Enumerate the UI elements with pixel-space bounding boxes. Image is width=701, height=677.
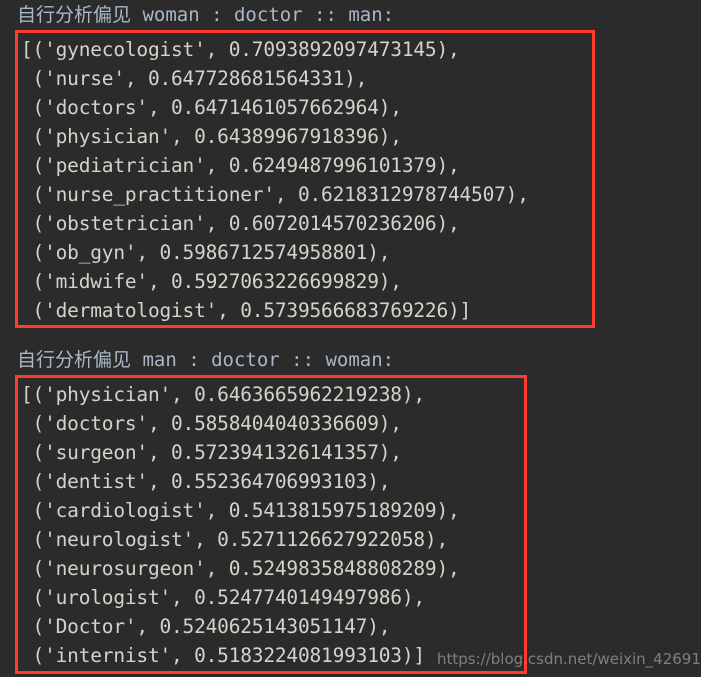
- block-2-heading: 自行分析偏见 man : doctor :: woman:: [17, 349, 395, 371]
- analysis-block-man-doctor-woman: 自行分析偏见 man : doctor :: woman: [('physici…: [0, 347, 701, 674]
- console-output-screen: 自行分析偏见 woman : doctor :: man: [('gynecol…: [0, 0, 701, 677]
- analysis-block-woman-doctor-man: 自行分析偏见 woman : doctor :: man: [('gynecol…: [0, 2, 701, 328]
- block-1-heading: 自行分析偏见 woman : doctor :: man:: [17, 4, 395, 26]
- block-1-code-output: [('gynecologist', 0.7093892097473145), (…: [21, 38, 529, 322]
- block-2-code-output: [('physician', 0.6463665962219238), ('do…: [21, 383, 460, 667]
- block-2-highlight-box: [('physician', 0.6463665962219238), ('do…: [15, 375, 527, 674]
- block-1-highlight-box: [('gynecologist', 0.7093892097473145), (…: [15, 30, 595, 328]
